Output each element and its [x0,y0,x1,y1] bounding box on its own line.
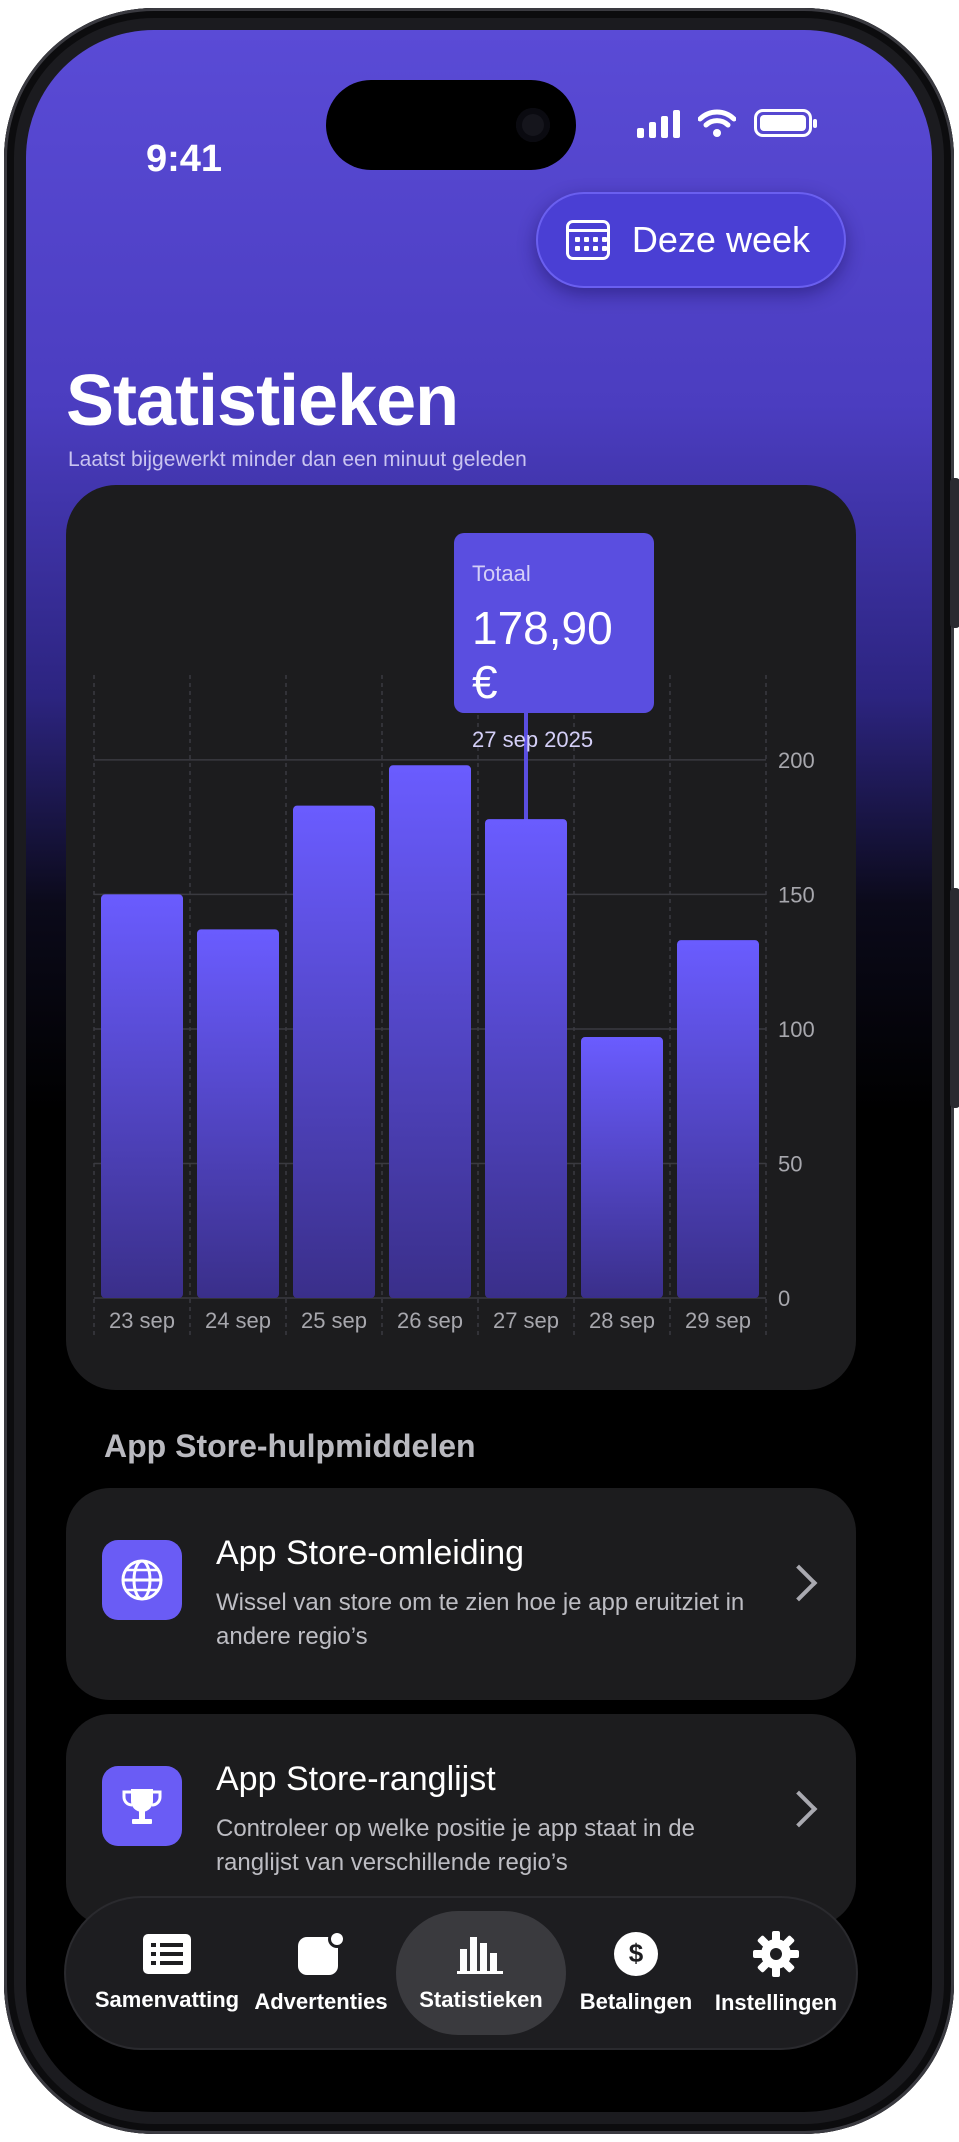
volume-up-button [950,478,959,628]
bar-27-sep[interactable] [485,819,567,1298]
tool-description: Wissel van store om te zien hoe je app e… [216,1589,745,1650]
tab-label: Samenvatting [94,1987,240,2012]
dollar-icon: $ [614,1932,658,1976]
bar-26-sep[interactable] [389,765,471,1298]
tab-instellingen[interactable]: Instellingen [706,1898,846,2048]
y-tick-label: 100 [778,1017,815,1042]
dynamic-island [326,80,576,170]
tab-bar: Samenvatting Advertenties Statistieken $… [66,1898,856,2048]
bar-23-sep[interactable] [101,894,183,1298]
bar-29-sep[interactable] [677,940,759,1298]
y-tick-label: 200 [778,748,815,773]
date-range-label: Deze week [631,219,810,260]
status-icons [637,108,817,138]
tool-description: Controleer op welke positie je app staat… [216,1815,695,1876]
tab-label: Advertenties [254,1989,388,2014]
y-tick-label: 150 [778,882,815,907]
date-range-button[interactable]: Deze week [535,192,846,288]
bar-25-sep[interactable] [293,805,375,1298]
ad-notification-icon [298,1931,346,1975]
list-icon [143,1934,191,1974]
calendar-icon [565,220,610,260]
x-tick-label: 28 sep [589,1308,655,1333]
app-store-ranking-card[interactable]: App Store-ranglijst Controleer op welke … [66,1714,856,1926]
tab-statistieken[interactable]: Statistieken [396,1911,566,2035]
x-tick-label: 26 sep [397,1308,463,1333]
revenue-chart-card: 0 50 100 150 200 23 sep 24 sep 25 sep 26 sep 27 s… [66,485,856,1390]
bar-24-sep[interactable] [197,929,279,1298]
x-tick-label: 29 sep [685,1308,751,1333]
chart-tooltip: Totaal 178,90 € 27 sep 2025 [454,533,654,752]
tab-betalingen[interactable]: $ Betalingen [566,1898,706,2048]
status-time: 9:41 [146,138,223,180]
battery-icon [754,109,817,137]
y-tick-label: 0 [778,1286,790,1311]
globe-icon [102,1540,182,1620]
camera-icon [516,108,550,142]
x-tick-label: 23 sep [109,1308,175,1333]
bar-chart-icon [457,1937,503,1974]
app-store-redirect-card[interactable]: App Store-omleiding Wissel van store om … [66,1488,856,1700]
tab-label: Statistieken [419,1987,543,2012]
tab-label: Betalingen [579,1989,693,2014]
x-tick-label: 25 sep [301,1308,367,1333]
bar-28-sep[interactable] [581,1037,663,1298]
power-button [950,888,959,1108]
chevron-right-icon [780,1790,818,1828]
trophy-icon [102,1766,182,1846]
section-title-tools: App Store-hulpmiddelen [104,1428,476,1464]
phone-frame: 9:41 Deze week Statistieken Laatst bijge… [4,8,959,2134]
y-tick-label: 50 [778,1151,802,1176]
gear-icon [753,1931,799,1977]
tooltip-value: 178,90 € [472,602,613,708]
page-title: Statistieken [66,361,459,441]
cellular-signal-icon [637,108,680,138]
x-tick-label: 24 sep [205,1308,271,1333]
wifi-icon [698,109,736,137]
app-screen: 9:41 Deze week Statistieken Laatst bijge… [26,30,932,2112]
tab-samenvatting[interactable]: Samenvatting [92,1898,242,2048]
svg-text:$: $ [629,1938,644,1968]
tab-label: Instellingen [714,1990,838,2015]
tool-title: App Store-ranglijst [216,1760,496,1798]
tooltip-date: 27 sep 2025 [472,727,594,752]
tool-title: App Store-omleiding [216,1534,525,1572]
x-tick-label: 27 sep [493,1308,559,1333]
last-updated-text: Laatst bijgewerkt minder dan een minuut … [68,448,527,471]
chevron-right-icon [780,1564,818,1602]
tab-advertenties[interactable]: Advertenties [246,1898,396,2048]
tooltip-label: Totaal [472,561,531,586]
